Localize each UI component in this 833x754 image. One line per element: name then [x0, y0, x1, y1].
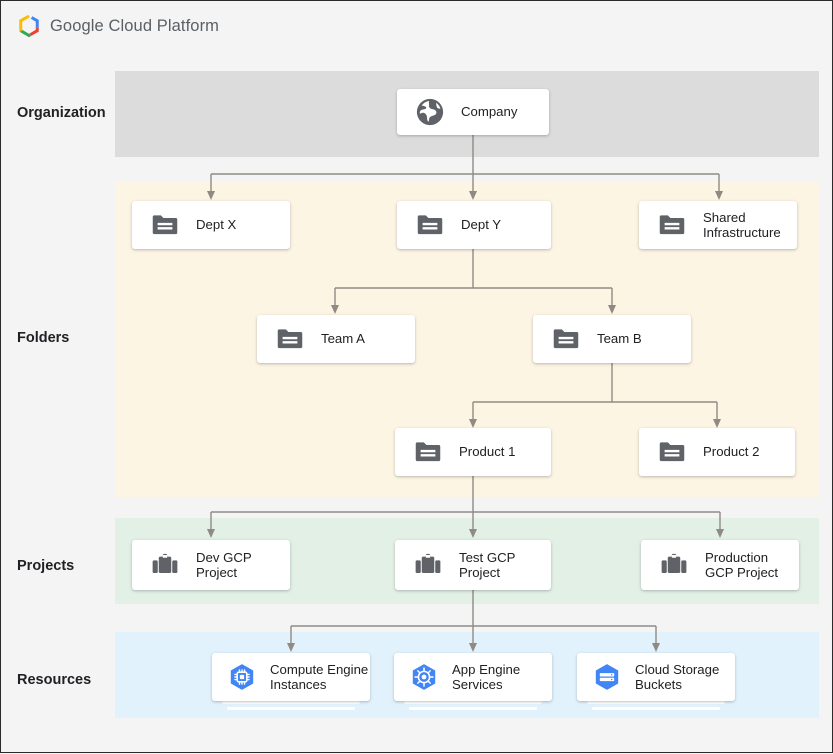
node-dept-x-label: Dept X — [196, 217, 236, 233]
folder-icon — [657, 210, 687, 240]
node-app-engine-services-label: App Engine Services — [452, 662, 520, 693]
node-product-2[interactable]: Product 2 — [639, 428, 795, 476]
node-cloud-storage-buckets-label: Cloud Storage Buckets — [635, 662, 719, 693]
node-production-gcp-project[interactable]: Production GCP Project — [641, 540, 799, 590]
project-briefcase-icon — [150, 550, 180, 580]
cloud-storage-icon — [591, 661, 623, 693]
stacked-card-shadow — [583, 701, 729, 713]
diagram-frame: Google Cloud Platform Organization Folde… — [0, 0, 833, 753]
node-product-1-label: Product 1 — [459, 444, 515, 460]
node-compute-engine-instances-label: Compute Engine Instances — [270, 662, 368, 693]
node-product-1[interactable]: Product 1 — [395, 428, 551, 476]
compute-engine-icon — [226, 661, 258, 693]
node-app-engine-services[interactable]: App Engine Services — [394, 653, 552, 701]
node-team-a-label: Team A — [321, 331, 365, 347]
folder-icon — [275, 324, 305, 354]
node-product-2-label: Product 2 — [703, 444, 759, 460]
node-dept-y[interactable]: Dept Y — [397, 201, 551, 249]
app-engine-icon — [408, 661, 440, 693]
folder-icon — [657, 437, 687, 467]
node-shared-infrastructure-label: Shared Infrastructure — [703, 210, 781, 241]
node-shared-infrastructure[interactable]: Shared Infrastructure — [639, 201, 797, 249]
globe-icon — [415, 97, 445, 127]
node-compute-engine-instances[interactable]: Compute Engine Instances — [212, 653, 370, 701]
folder-icon — [150, 210, 180, 240]
node-dev-gcp-project[interactable]: Dev GCP Project — [132, 540, 290, 590]
node-company-label: Company — [461, 104, 517, 120]
node-dept-y-label: Dept Y — [461, 217, 501, 233]
node-team-b[interactable]: Team B — [533, 315, 691, 363]
node-team-a[interactable]: Team A — [257, 315, 415, 363]
node-dev-gcp-project-label: Dev GCP Project — [196, 550, 252, 581]
folder-icon — [413, 437, 443, 467]
folder-icon — [415, 210, 445, 240]
node-test-gcp-project-label: Test GCP Project — [459, 550, 515, 581]
node-production-gcp-project-label: Production GCP Project — [705, 550, 778, 581]
node-cloud-storage-buckets[interactable]: Cloud Storage Buckets — [577, 653, 735, 701]
node-dept-x[interactable]: Dept X — [132, 201, 290, 249]
node-test-gcp-project[interactable]: Test GCP Project — [395, 540, 551, 590]
project-briefcase-icon — [659, 550, 689, 580]
node-team-b-label: Team B — [597, 331, 642, 347]
folder-icon — [551, 324, 581, 354]
project-briefcase-icon — [413, 550, 443, 580]
stacked-card-shadow — [400, 701, 546, 713]
node-company[interactable]: Company — [397, 89, 549, 135]
stacked-card-shadow — [218, 701, 364, 713]
